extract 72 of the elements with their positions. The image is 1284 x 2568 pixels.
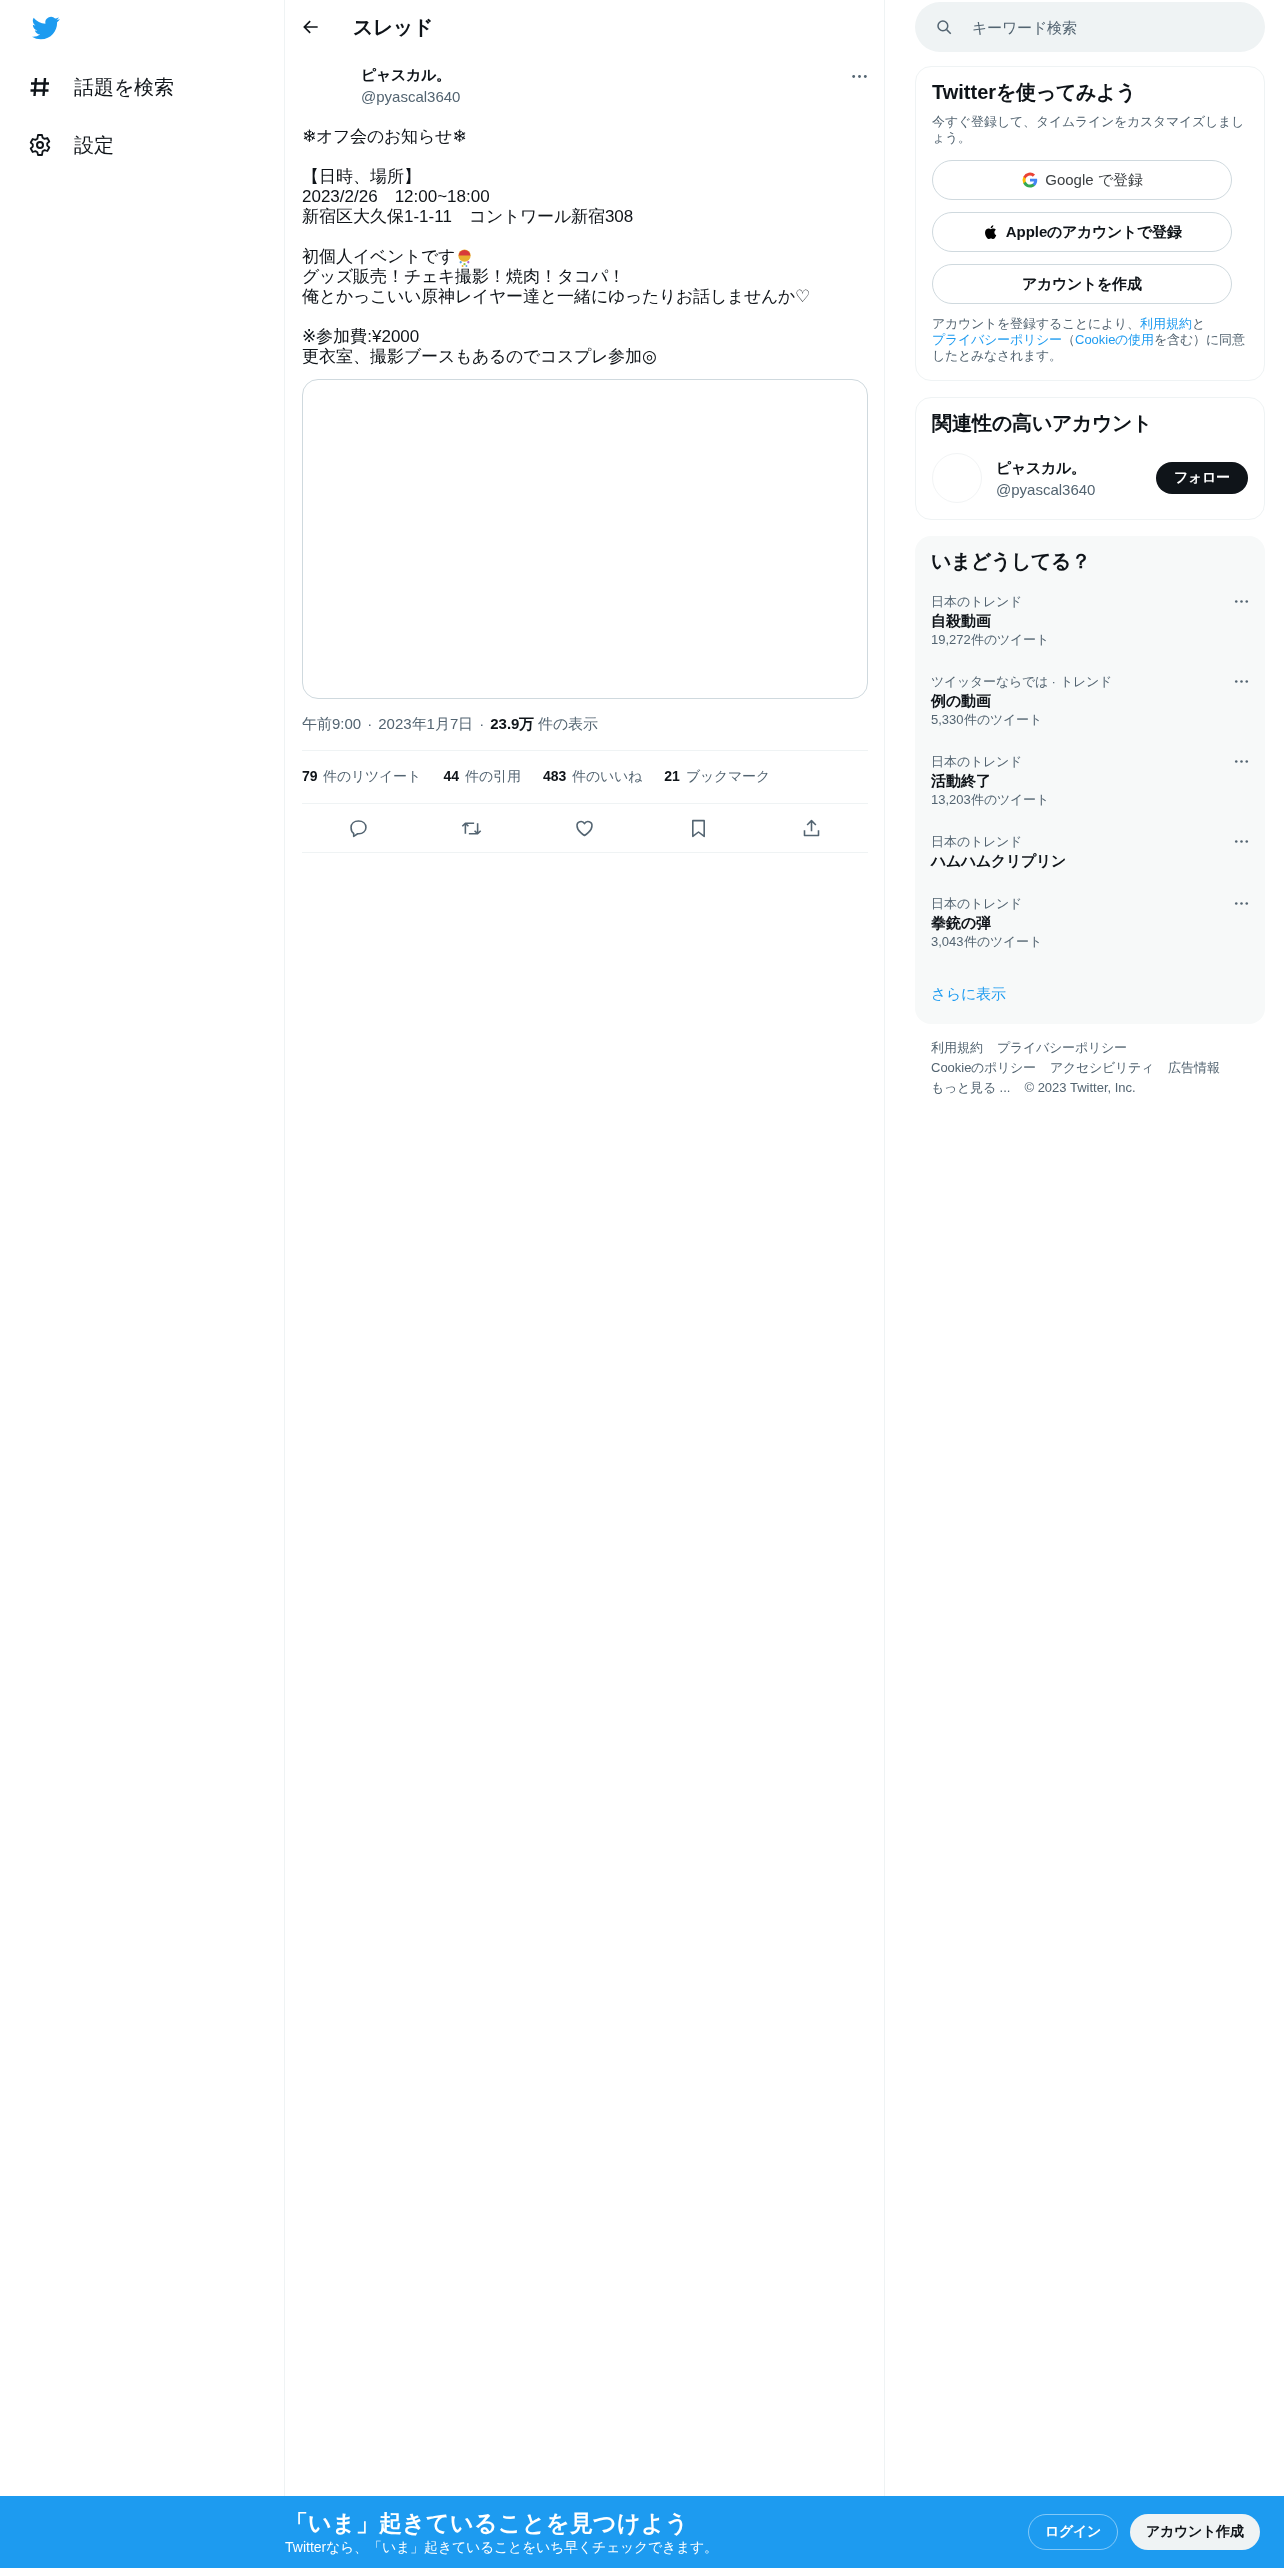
footer-link[interactable]: プライバシーポリシー: [997, 1038, 1127, 1058]
trend-name[interactable]: 例の動画: [931, 691, 1112, 711]
signup-button[interactable]: アカウントを作成: [932, 264, 1232, 304]
tweet-text: 新宿区大久保1-1-11 コントワール新宿308: [302, 207, 634, 227]
tweet-text: ※参加費:¥2000: [302, 327, 420, 347]
more-icon[interactable]: [1234, 901, 1249, 906]
more-icon[interactable]: [851, 74, 868, 79]
more-icon[interactable]: [1234, 599, 1249, 604]
signup-button[interactable]: Appleのアカウントで登録: [932, 212, 1232, 252]
banner-headline: 「いま」起きていることを見つけよう: [285, 2508, 690, 2538]
search-field[interactable]: キーワード検索: [915, 2, 1265, 52]
page-title: スレッド: [353, 14, 433, 40]
stat-link[interactable]: 79 件のリツイート: [302, 768, 422, 786]
trend-category: 日本のトレンド: [931, 753, 1023, 771]
account-handle[interactable]: @pyascal3640: [996, 480, 1142, 498]
trend-category: 日本のトレンド: [931, 895, 1023, 913]
footer-link[interactable]: アクセシビリティ: [1050, 1058, 1155, 1078]
tweet-text: 【日時、場所】: [302, 167, 421, 187]
trend-name[interactable]: 拳銃の弾: [931, 913, 1042, 933]
trend-count: 19,272件のツイート: [931, 631, 1049, 649]
trend-count: 5,330件のツイート: [931, 711, 1043, 729]
more-icon[interactable]: [1234, 759, 1249, 764]
view-count: 23.9万: [490, 715, 535, 734]
settings-icon: [28, 133, 52, 157]
tweet-text: 2023/2/26 12:00~18:00: [302, 187, 490, 207]
sidebar-item[interactable]: 話題を検索: [28, 58, 184, 116]
bird-logo-icon[interactable]: [30, 14, 62, 42]
trend-name[interactable]: 活動終了: [931, 771, 1049, 791]
footer-link[interactable]: もっと見る ...: [931, 1078, 1011, 1098]
signup-button[interactable]: アカウント作成: [1130, 2514, 1260, 2550]
stat-link[interactable]: 483 件のいいね: [542, 768, 643, 786]
separator-dot: ·: [367, 715, 373, 732]
trend-name[interactable]: ハムハムクリプリン: [931, 851, 1066, 871]
hashtag-icon: [28, 75, 52, 99]
footer-link[interactable]: 広告情報: [1168, 1058, 1221, 1078]
card-title: Twitterを使ってみよう: [932, 80, 1138, 105]
panel-title: いまどうしてる？: [931, 549, 1092, 574]
card-subtitle: 今すぐ登録して、タイムラインをカスタマイズしましょう。: [932, 114, 1245, 146]
card-title: 関連性の高いアカウント: [932, 411, 1153, 436]
tweet-text: 更衣室、撮影ブースもあるのでコスプレ参加◎: [302, 347, 657, 367]
tweet-text: グッズ販売！チェキ撮影！焼肉！タコパ！: [302, 267, 625, 287]
tweet-text: 俺とかっこいい原神レイヤー達と一緒にゆったりお話しませんか♡: [302, 287, 811, 307]
trend-category: 日本のトレンド: [931, 833, 1023, 851]
stat-link[interactable]: 44 件の引用: [443, 768, 521, 786]
more-icon[interactable]: [1234, 679, 1249, 684]
stat-link[interactable]: 21 ブックマーク: [664, 768, 770, 786]
account-name[interactable]: ピャスカル。: [996, 458, 1142, 478]
more-icon[interactable]: [1234, 839, 1249, 844]
trend-count: 13,203件のツイート: [931, 791, 1049, 809]
trend-name[interactable]: 自殺動画: [931, 611, 1049, 631]
footer-link[interactable]: Cookieのポリシー: [931, 1058, 1037, 1078]
footer-link[interactable]: 利用規約: [931, 1038, 983, 1058]
tweet-time[interactable]: 午前9:00: [302, 715, 362, 734]
separator-dot: ·: [479, 715, 485, 732]
author-handle[interactable]: @pyascal3640: [361, 88, 461, 105]
trend-count: 3,043件のツイート: [931, 933, 1042, 951]
author-name[interactable]: ピャスカル。: [361, 66, 461, 85]
google-icon: [1021, 171, 1040, 189]
reply-icon[interactable]: [348, 817, 370, 839]
view-label: 件の表示: [538, 715, 599, 734]
trend-category: 日本のトレンド: [931, 593, 1023, 611]
tweet-text: ❄オフ会のお知らせ❄: [302, 127, 467, 147]
signup-button[interactable]: Google で登録: [932, 160, 1232, 200]
search-icon: [935, 18, 953, 36]
tweet-date[interactable]: 2023年1月7日: [378, 715, 474, 734]
footer-link[interactable]: © 2023 Twitter, Inc.: [1024, 1078, 1136, 1098]
tweet-text: 初個人イベントです: [302, 247, 455, 267]
trend-category: ツイッターならでは · トレンド: [931, 673, 1112, 691]
follow-button[interactable]: フォロー: [1156, 462, 1248, 494]
sidebar-item[interactable]: 設定: [28, 116, 124, 174]
legal-text: アカウントを登録することにより、利用規約 と プライバシーポリシー（Cookieの使用を含む）に同意したとみなされます。: [932, 316, 1247, 364]
banner-subtext: Twitterなら、「いま」起きていることをいち早くチェックできます。: [285, 2538, 720, 2557]
